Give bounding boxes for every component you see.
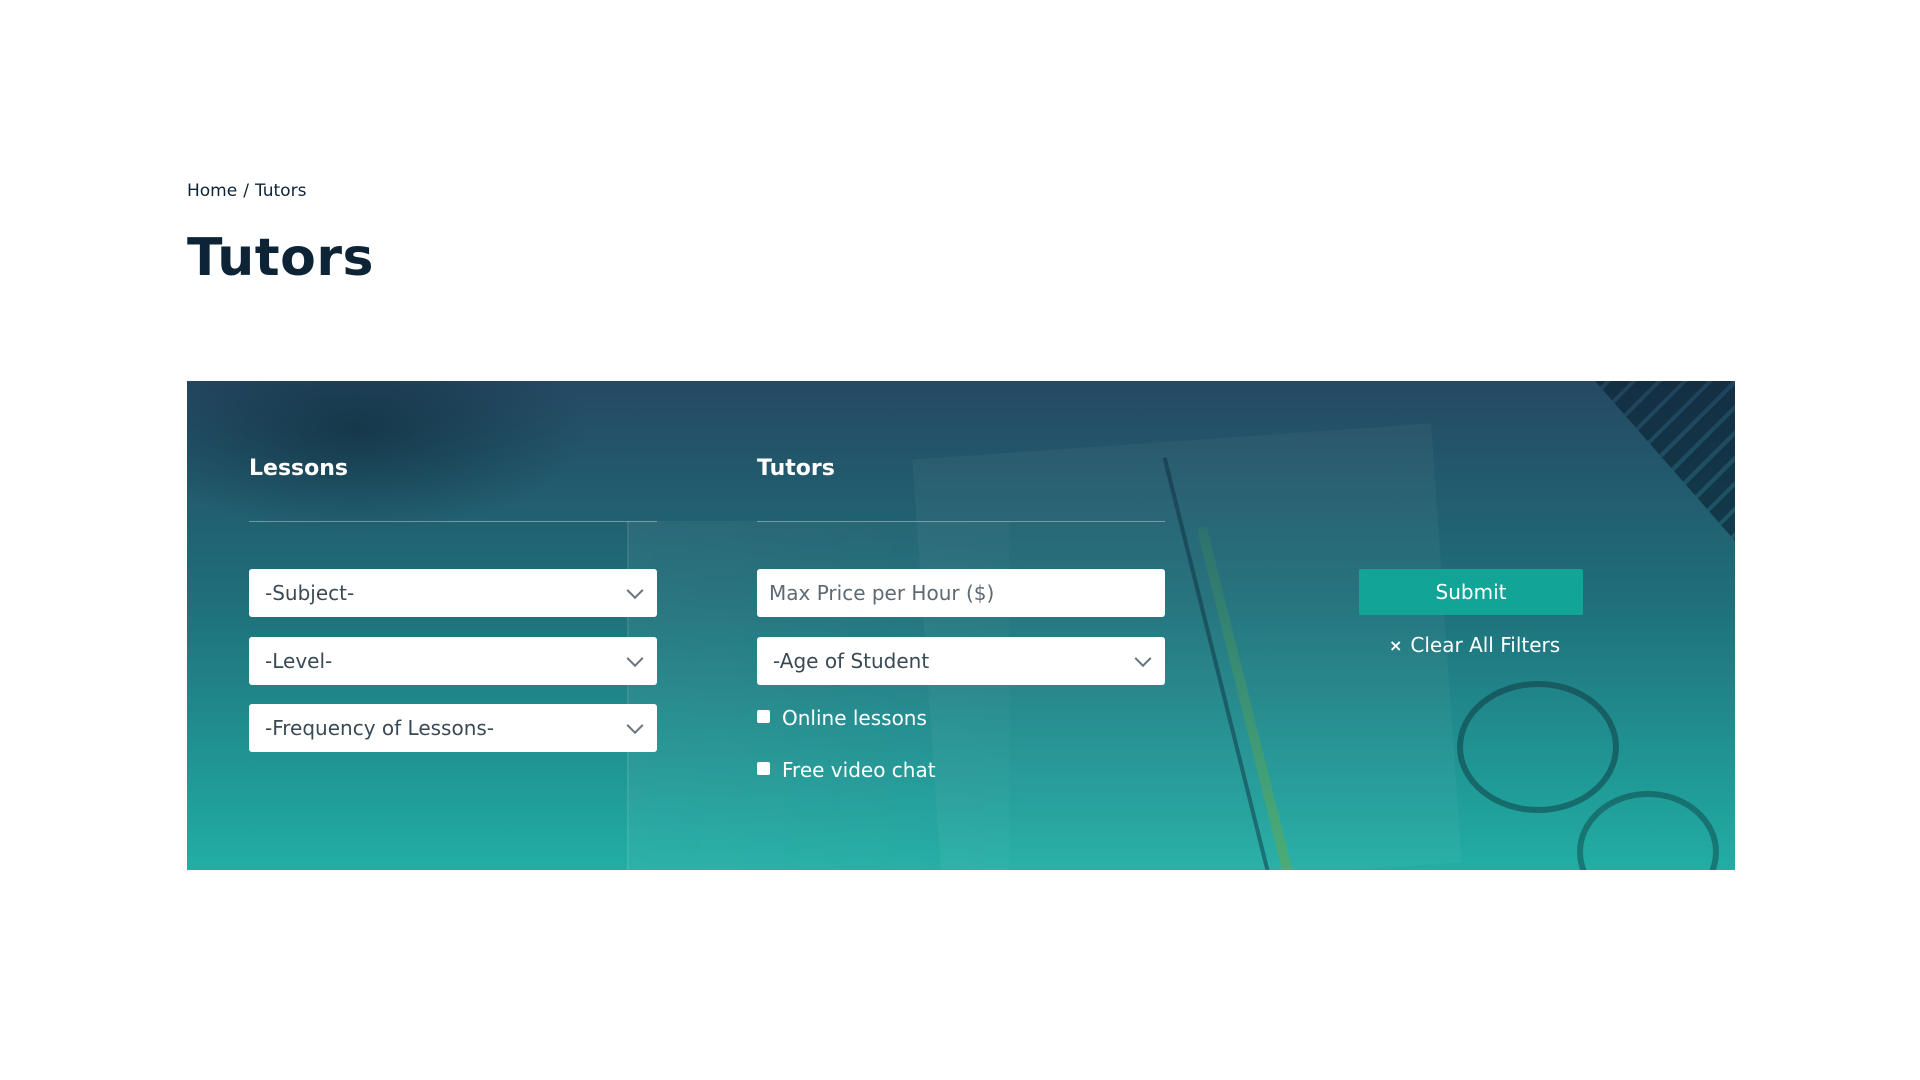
online-lessons-label: Online lessons (782, 706, 927, 730)
chevron-down-icon (626, 582, 644, 600)
level-select[interactable]: -Level- (249, 637, 657, 685)
tutors-section-title: Tutors (757, 456, 835, 481)
breadcrumb: Home / Tutors (187, 181, 306, 201)
breadcrumb-current: Tutors (254, 181, 307, 201)
lessons-section-title: Lessons (249, 456, 348, 481)
subject-select-value: -Subject- (265, 581, 355, 605)
glasses-lens-decoration (1577, 791, 1719, 870)
free-video-chat-label: Free video chat (782, 758, 936, 782)
free-video-chat-option[interactable]: Free video chat (757, 758, 936, 782)
page: Home / Tutors Tutors Lessons -Subject- -… (0, 0, 1920, 1080)
page-title: Tutors (187, 228, 374, 288)
clear-all-filters-link[interactable]: × Clear All Filters (1389, 633, 1560, 657)
online-lessons-option[interactable]: Online lessons (757, 706, 927, 730)
lessons-divider (249, 521, 657, 522)
breadcrumb-home-link[interactable]: Home (187, 181, 237, 201)
max-price-input[interactable] (757, 569, 1165, 617)
subject-select[interactable]: -Subject- (249, 569, 657, 617)
chevron-down-icon (626, 717, 644, 735)
online-lessons-checkbox[interactable] (757, 709, 770, 723)
pen-decoration (1162, 457, 1276, 870)
chevron-down-icon (1134, 650, 1152, 668)
submit-button[interactable]: Submit (1359, 569, 1583, 615)
glasses-decoration (1457, 681, 1619, 813)
age-select[interactable]: -Age of Student (757, 637, 1165, 685)
clear-all-filters-label: Clear All Filters (1410, 633, 1561, 657)
chevron-down-icon (626, 650, 644, 668)
tutors-divider (757, 521, 1165, 522)
age-select-value: -Age of Student (773, 649, 930, 673)
level-select-value: -Level- (265, 649, 333, 673)
breadcrumb-separator: / (243, 181, 249, 201)
keyboard-decoration (1595, 381, 1735, 541)
free-video-chat-checkbox[interactable] (757, 761, 770, 775)
close-icon: × (1389, 635, 1403, 655)
filter-panel: Lessons -Subject- -Level- -Frequency of … (187, 381, 1735, 870)
pencil-decoration (1196, 525, 1304, 870)
frequency-select[interactable]: -Frequency of Lessons- (249, 704, 657, 752)
frequency-select-value: -Frequency of Lessons- (265, 716, 495, 740)
